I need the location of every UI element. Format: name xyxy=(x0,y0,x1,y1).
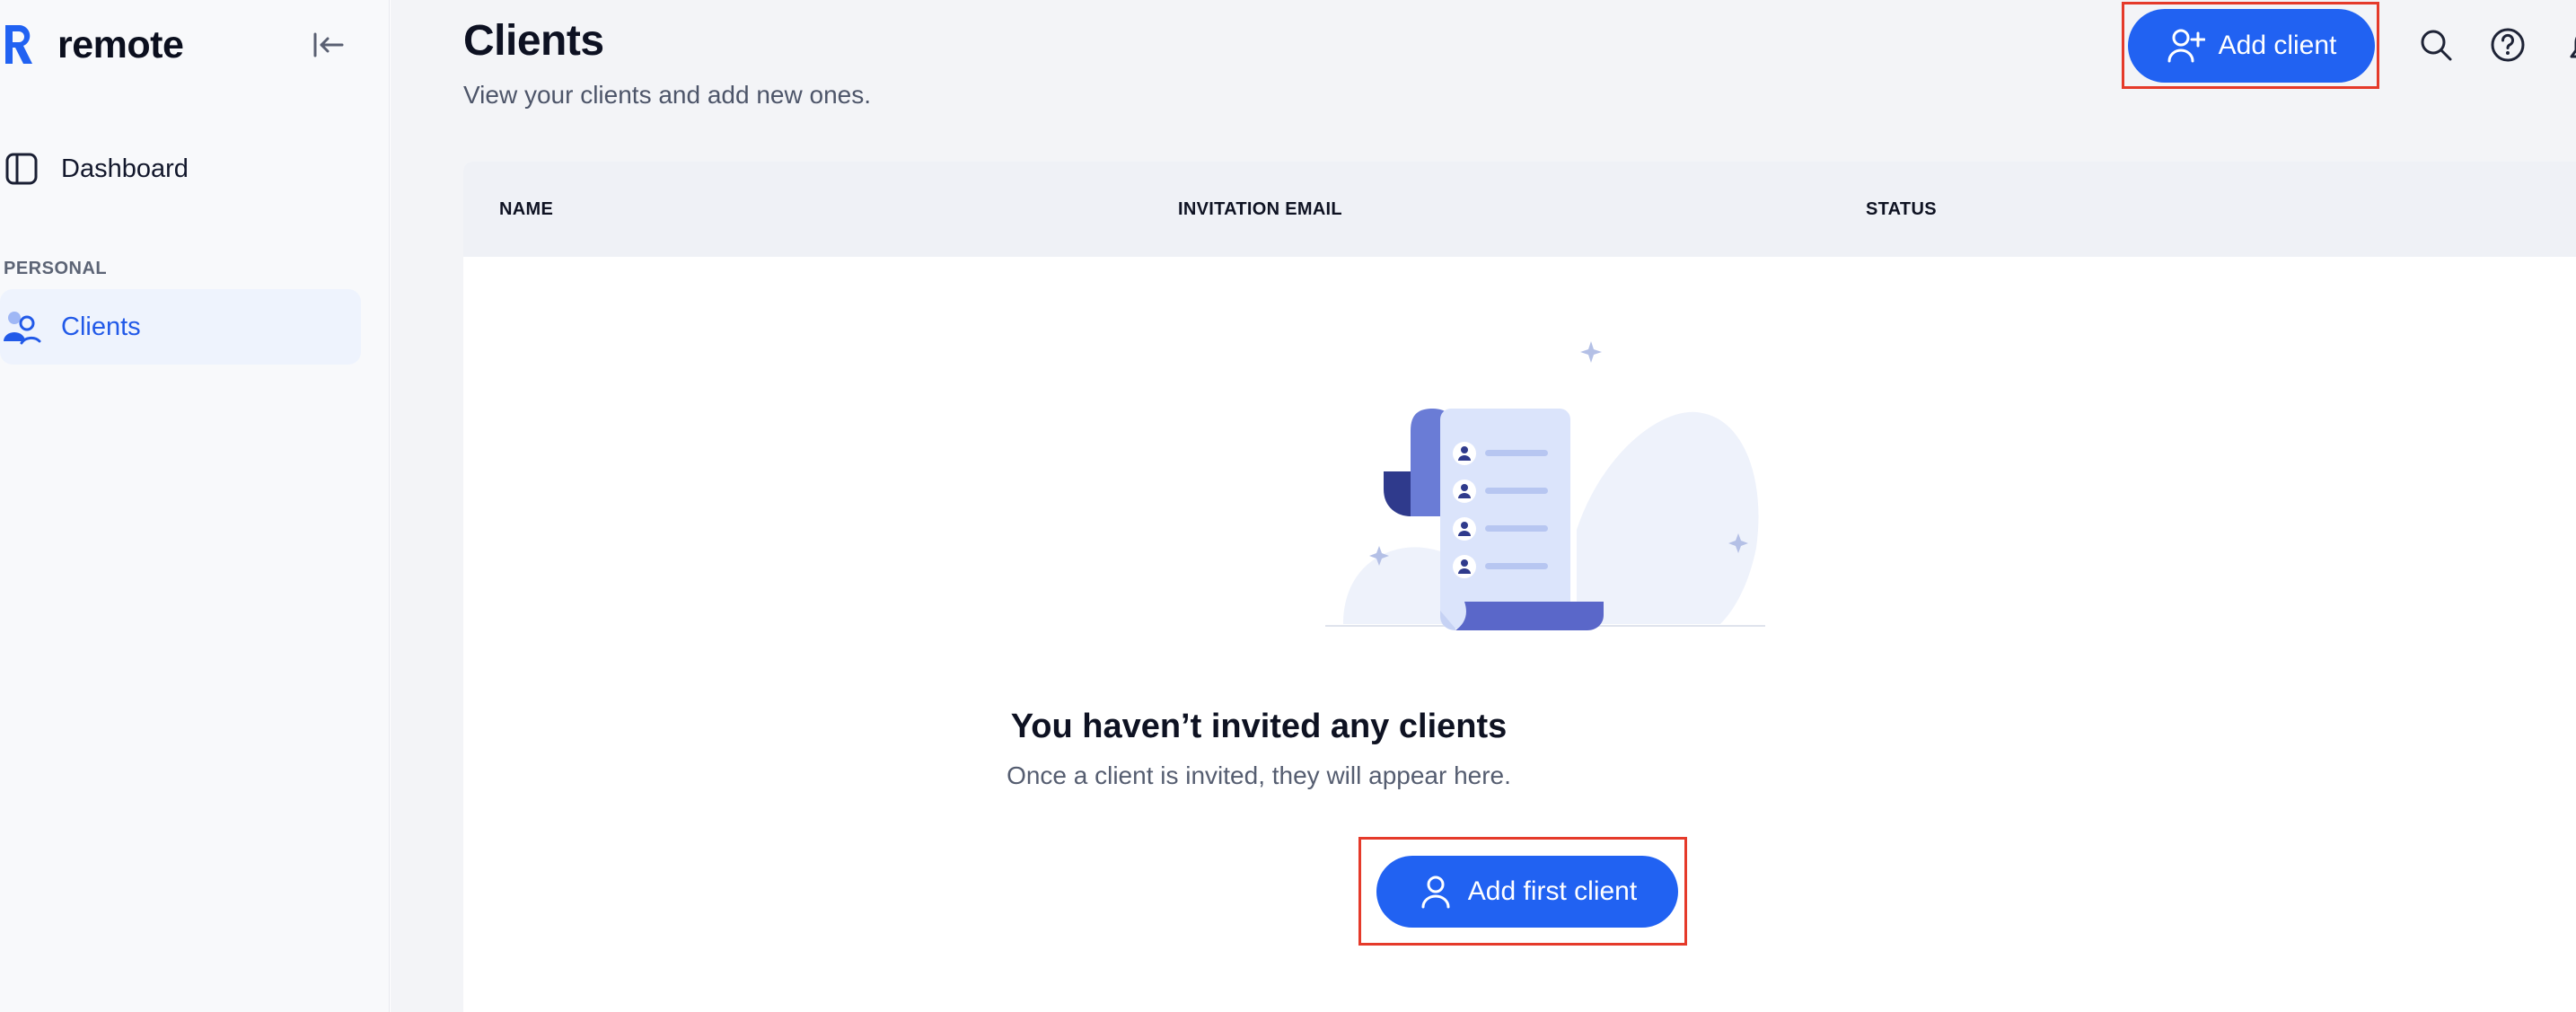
add-first-client-label: Add first client xyxy=(1467,876,1638,906)
add-user-icon xyxy=(2167,26,2206,66)
help-button[interactable] xyxy=(2488,25,2528,65)
notifications-button[interactable] xyxy=(2558,25,2576,65)
sidebar: remote Dashboard PERSONAL Clients xyxy=(0,0,390,1012)
column-header-invitation-email[interactable]: INVITATION EMAIL xyxy=(1178,199,1342,220)
search-button[interactable] xyxy=(2416,25,2456,65)
empty-state-subtitle: Once a client is invited, they will appe… xyxy=(1007,761,1511,789)
page-subtitle: View your clients and add new ones. xyxy=(463,81,871,109)
user-icon xyxy=(1418,874,1454,910)
add-client-label: Add client xyxy=(2218,31,2337,60)
table-header-row: NAME INVITATION EMAIL STATUS xyxy=(463,162,2576,257)
empty-clients-illustration xyxy=(1325,341,1765,630)
add-first-client-highlight: Add first client xyxy=(1358,837,1687,946)
column-header-status[interactable]: STATUS xyxy=(1866,199,1937,220)
collapse-left-icon xyxy=(313,32,344,57)
sidebar-item-dashboard[interactable]: Dashboard xyxy=(0,131,361,207)
page-title: Clients xyxy=(463,17,604,65)
section-label-personal: PERSONAL xyxy=(4,259,108,278)
sidebar-item-label: Clients xyxy=(61,312,141,341)
add-client-highlight: Add client xyxy=(2122,2,2379,89)
brand[interactable]: remote xyxy=(0,20,184,70)
app-window: remote Dashboard PERSONAL Clients Client… xyxy=(0,0,2576,1012)
column-header-name[interactable]: NAME xyxy=(499,199,553,220)
remote-logo-icon xyxy=(5,25,32,64)
sidebar-item-clients[interactable]: Clients xyxy=(0,289,361,365)
bell-icon xyxy=(2570,36,2576,58)
add-first-client-button[interactable]: Add first client xyxy=(1376,856,1678,928)
search-icon xyxy=(2421,30,2452,61)
add-client-button[interactable]: Add client xyxy=(2128,9,2375,83)
sidebar-panel-icon xyxy=(2,149,41,189)
empty-state-title: You haven’t invited any clients xyxy=(1010,708,1508,745)
help-icon xyxy=(2491,28,2525,62)
clients-icon xyxy=(2,307,41,347)
collapse-sidebar-button[interactable] xyxy=(305,25,352,65)
sidebar-item-label: Dashboard xyxy=(61,154,189,183)
brand-name: remote xyxy=(57,22,184,66)
